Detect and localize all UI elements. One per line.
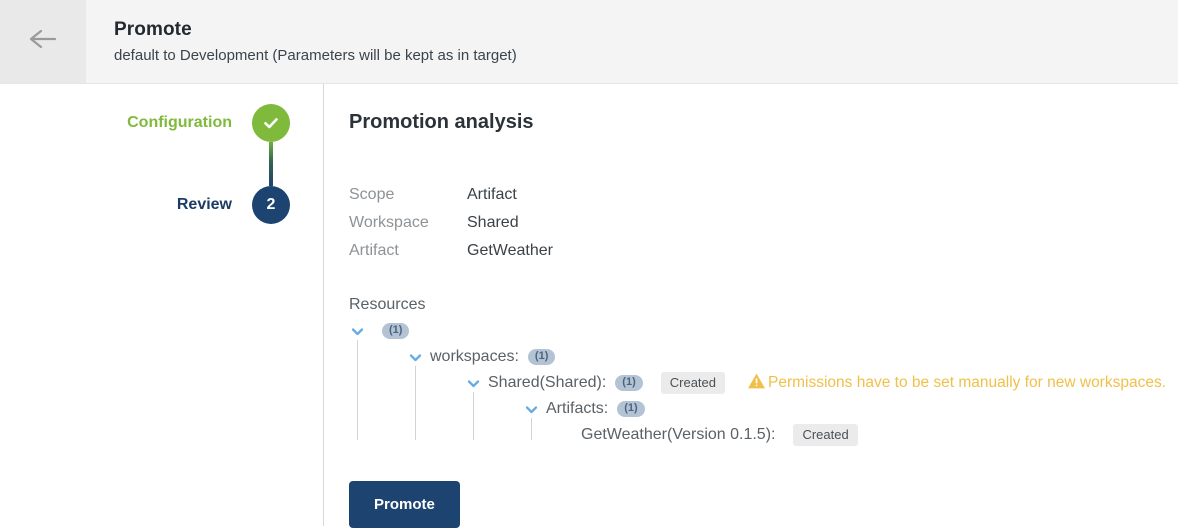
summary-key: Workspace (349, 214, 429, 231)
tree-row-getweather[interactable]: GetWeather(Version 0.1.5): Created (349, 422, 1178, 448)
step-bullet-review[interactable]: 2 (252, 186, 290, 224)
step-label-review: Review (176, 196, 232, 213)
step-configuration[interactable]: Configuration (30, 104, 290, 186)
summary-value: Shared (467, 214, 519, 231)
chevron-down-icon[interactable] (407, 349, 424, 366)
tree-node-label: workspaces: (430, 348, 519, 365)
step-connector-line (269, 142, 273, 186)
summary-list: Scope Artifact Workspace Shared Artifact… (349, 181, 1178, 265)
step-label-configuration: Configuration (127, 114, 232, 131)
page-body: Configuration Review 2 Promotion analysi… (0, 84, 1178, 528)
resource-tree: (1) workspaces: (1) Shared(Shared): (1) … (349, 318, 1178, 448)
chevron-down-icon[interactable] (523, 401, 540, 418)
summary-row: Artifact GetWeather (349, 237, 1178, 265)
wizard-stepper: Configuration Review 2 (30, 104, 290, 224)
count-badge: (1) (615, 375, 643, 391)
warning-triangle-icon (747, 372, 768, 395)
summary-value: Artifact (467, 186, 517, 203)
tree-node-label: Artifacts: (546, 400, 609, 417)
count-badge: (1) (382, 323, 410, 339)
tree-node-label: GetWeather(Version 0.1.5): (581, 426, 776, 443)
status-badge: Created (793, 424, 858, 446)
back-button[interactable] (0, 0, 86, 83)
warning-text: Permissions have to be set manually for … (768, 374, 1167, 391)
tree-row-root[interactable]: (1) (349, 318, 1178, 344)
promote-button[interactable]: Promote (349, 481, 460, 528)
arrow-left-icon (28, 28, 58, 55)
step-bullet-configuration[interactable] (252, 104, 290, 142)
step-review[interactable]: Review 2 (30, 186, 290, 224)
chevron-down-icon[interactable] (349, 323, 366, 340)
summary-value: GetWeather (467, 242, 553, 259)
summary-key: Artifact (349, 242, 399, 259)
page-subtitle: default to Development (Parameters will … (114, 46, 517, 64)
page-title: Promote (114, 18, 192, 40)
page-header: Promote default to Development (Paramete… (0, 0, 1178, 84)
count-badge: (1) (617, 401, 645, 417)
status-badge: Created (660, 372, 725, 394)
warning-message: Permissions have to be set manually for … (747, 372, 1166, 395)
summary-row: Scope Artifact (349, 181, 1178, 209)
summary-row: Workspace Shared (349, 209, 1178, 237)
chevron-down-icon[interactable] (465, 375, 482, 392)
tree-row-shared[interactable]: Shared(Shared): (1) Created Permissions … (349, 370, 1178, 396)
tree-node-label: Shared(Shared): (488, 374, 607, 391)
stepper-pane: Configuration Review 2 (0, 84, 324, 526)
resources-label: Resources (349, 296, 426, 313)
count-badge: (1) (527, 349, 556, 365)
section-title: Promotion analysis (349, 111, 534, 133)
summary-key: Scope (349, 186, 395, 203)
header-text-block: Promote default to Development (Paramete… (86, 0, 517, 83)
check-icon (264, 118, 278, 129)
tree-row-workspaces[interactable]: workspaces: (1) (349, 344, 1178, 370)
tree-row-artifacts[interactable]: Artifacts: (1) (349, 396, 1178, 422)
analysis-pane: Promotion analysis Scope Artifact Worksp… (324, 84, 1178, 528)
